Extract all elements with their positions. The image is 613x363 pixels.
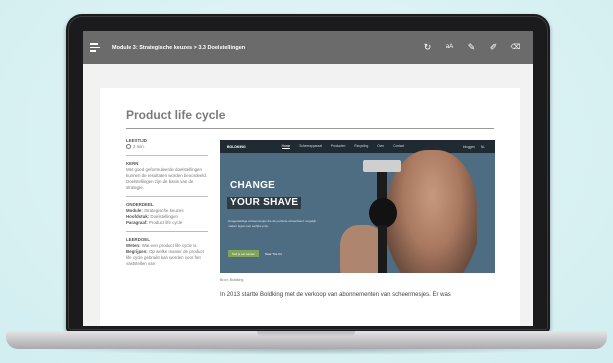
menu-icon[interactable] xyxy=(88,40,104,56)
laptop-notch xyxy=(257,331,355,337)
hero-nav: BOLDKING Home Scheerapparaat Producten R… xyxy=(220,140,495,153)
hero-login: Inloggen xyxy=(462,144,475,149)
reading-time: 2 min. xyxy=(126,144,208,150)
razor-blade xyxy=(363,160,401,172)
hero-cta-row: Stel je set samen Naar The Kit xyxy=(228,250,282,257)
hero-nav-link: Producten xyxy=(330,144,346,148)
boldking-logo: BOLDKING xyxy=(227,144,246,149)
hero-nav-link: Scheerapparaat xyxy=(299,144,322,148)
hero-lang: NL xyxy=(480,144,485,149)
breadcrumb: Module 3: Strategische keuzes > 3.3 Doel… xyxy=(112,44,246,51)
hero-cta-button: Stel je set samen xyxy=(228,250,260,257)
hero-cta-secondary: Naar The Kit xyxy=(265,251,282,256)
hero-nav-link: Over xyxy=(377,144,385,148)
divider xyxy=(126,231,208,232)
paragraph-line: Paragraaf: Product life cycle xyxy=(126,220,183,225)
divider xyxy=(126,196,208,197)
page-title: Product life cycle xyxy=(126,108,226,122)
hero-headline-1: CHANGE xyxy=(230,180,276,191)
laptop-shadow xyxy=(40,349,573,355)
clock-icon xyxy=(126,144,131,149)
divider xyxy=(126,155,208,156)
hero-nav-link: Recycling xyxy=(354,144,369,148)
toolbar: ↻ aA ✎ ✐ ⌫ xyxy=(422,42,521,53)
hero-nav-link: Contact xyxy=(393,144,405,148)
hero-headline-2: YOUR SHAVE xyxy=(227,197,302,209)
razor-ball xyxy=(369,198,397,228)
lesson-page: Product life cycle LEESTIJD 2 min. KERN … xyxy=(100,88,520,326)
body-text: In 2013 startte Boldking met de verkoop … xyxy=(220,292,451,298)
understand-line: Begrijpen: Op welke manier de product li… xyxy=(126,249,204,266)
laptop-screen: Module 3: Strategische keuzes > 3.3 Doel… xyxy=(83,31,533,326)
hero-nav-links: Home Scheerapparaat Producten Recycling … xyxy=(281,144,405,149)
refresh-icon[interactable]: ↻ xyxy=(422,42,433,53)
title-divider xyxy=(126,128,494,129)
boldking-screenshot: BOLDKING Home Scheerapparaat Producten R… xyxy=(220,140,495,273)
hero-nav-right: Inloggen NL xyxy=(463,145,485,149)
hero-copy: Hoogwaardige scheermesjes die de perfect… xyxy=(228,219,316,228)
top-bar: Module 3: Strategische keuzes > 3.3 Doel… xyxy=(83,31,533,64)
image-caption: Bron: Boldking xyxy=(220,278,244,282)
eraser-icon[interactable]: ⌫ xyxy=(510,42,521,53)
pencil-icon[interactable]: ✎ xyxy=(466,42,477,53)
highlighter-icon[interactable]: ✐ xyxy=(488,42,499,53)
core-text: Met goed geformuleerde doelstellingen ku… xyxy=(126,167,208,190)
hero-nav-link: Home xyxy=(281,144,291,149)
text-size-icon[interactable]: aA xyxy=(444,42,455,53)
lesson-sidebar: LEESTIJD 2 min. KERN Met goed geformulee… xyxy=(126,138,208,267)
razor-handle xyxy=(378,225,387,273)
